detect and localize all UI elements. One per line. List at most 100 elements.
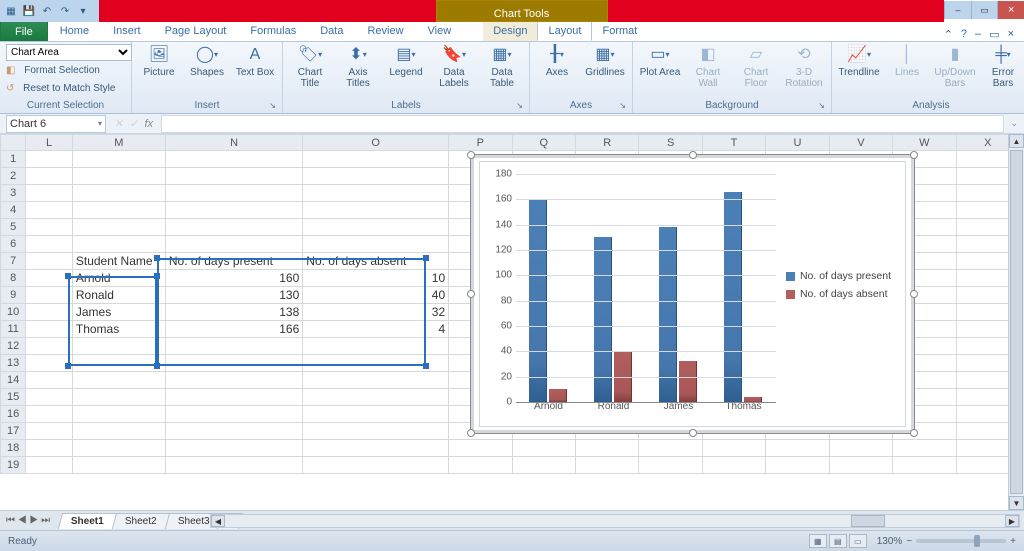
row-header[interactable]: 7 xyxy=(1,253,26,270)
chart-bar[interactable] xyxy=(679,361,697,402)
cell[interactable]: 160 xyxy=(165,270,302,287)
cell[interactable] xyxy=(165,457,302,474)
trendline-button[interactable]: 📈Trendline xyxy=(838,44,880,90)
cell[interactable] xyxy=(26,253,73,270)
zoom-in-button[interactable]: + xyxy=(1010,536,1016,547)
cell[interactable] xyxy=(26,219,73,236)
cell[interactable] xyxy=(26,406,73,423)
view-page-break-button[interactable]: ▭ xyxy=(849,534,867,548)
zoom-slider[interactable] xyxy=(916,539,1006,543)
undo-icon[interactable]: ↶ xyxy=(40,4,54,18)
chart-resize-handle[interactable] xyxy=(467,290,475,298)
axes-button[interactable]: ╂Axes xyxy=(536,44,578,90)
row-header[interactable]: 10 xyxy=(1,304,26,321)
cell[interactable] xyxy=(639,457,702,474)
cell[interactable] xyxy=(829,457,892,474)
shapes-button[interactable]: ◯Shapes xyxy=(186,44,228,90)
row-header[interactable]: 19 xyxy=(1,457,26,474)
row-header[interactable]: 17 xyxy=(1,423,26,440)
zoom-slider-thumb[interactable] xyxy=(974,535,980,547)
cell[interactable] xyxy=(766,457,829,474)
cell[interactable] xyxy=(303,423,449,440)
cell[interactable] xyxy=(165,423,302,440)
cell[interactable] xyxy=(72,219,165,236)
cell[interactable] xyxy=(165,151,302,168)
dialog-launcher-icon[interactable]: ↘ xyxy=(516,99,523,113)
cell[interactable]: 166 xyxy=(165,321,302,338)
cell[interactable] xyxy=(26,457,73,474)
row-header[interactable]: 1 xyxy=(1,151,26,168)
cell[interactable] xyxy=(575,440,638,457)
cell[interactable] xyxy=(165,355,302,372)
chart-resize-handle[interactable] xyxy=(467,151,475,159)
view-normal-button[interactable]: ▦ xyxy=(809,534,827,548)
row-header[interactable]: 11 xyxy=(1,321,26,338)
minimize-button[interactable]: – xyxy=(944,1,971,19)
cell[interactable] xyxy=(165,389,302,406)
scroll-thumb[interactable] xyxy=(1010,150,1023,494)
window-min-icon[interactable]: – xyxy=(975,28,981,41)
cell[interactable] xyxy=(165,236,302,253)
cell[interactable]: 138 xyxy=(165,304,302,321)
cell[interactable] xyxy=(26,321,73,338)
cell[interactable] xyxy=(303,457,449,474)
cell[interactable] xyxy=(303,338,449,355)
chart-element-dropdown[interactable]: Chart Area xyxy=(6,44,132,61)
cell[interactable] xyxy=(26,338,73,355)
cell[interactable] xyxy=(72,389,165,406)
cell[interactable]: 130 xyxy=(165,287,302,304)
cell[interactable] xyxy=(72,457,165,474)
tab-layout[interactable]: Layout xyxy=(537,21,592,41)
scroll-down-icon[interactable]: ▼ xyxy=(1009,496,1024,510)
row-header[interactable]: 9 xyxy=(1,287,26,304)
cell[interactable]: 4 xyxy=(303,321,449,338)
cell[interactable] xyxy=(165,202,302,219)
cell[interactable] xyxy=(575,457,638,474)
chart-bar[interactable] xyxy=(724,192,742,402)
cell[interactable] xyxy=(702,440,765,457)
tab-review[interactable]: Review xyxy=(355,21,415,41)
cell[interactable] xyxy=(303,355,449,372)
redo-icon[interactable]: ↷ xyxy=(58,4,72,18)
sheet-nav[interactable]: ⏮ ◀ ▶ ⏭ xyxy=(6,515,50,526)
tab-data[interactable]: Data xyxy=(308,21,355,41)
cell[interactable] xyxy=(303,406,449,423)
cell[interactable] xyxy=(893,457,956,474)
col-header[interactable]: N xyxy=(165,135,302,151)
restore-button[interactable]: ▭ xyxy=(971,1,998,19)
cell[interactable] xyxy=(893,440,956,457)
zoom-level[interactable]: 130% xyxy=(877,536,903,547)
cell[interactable] xyxy=(26,185,73,202)
row-header[interactable]: 12 xyxy=(1,338,26,355)
chart-title-button[interactable]: 🏷Chart Title xyxy=(289,44,331,90)
tab-insert[interactable]: Insert xyxy=(101,21,153,41)
tab-file[interactable]: File xyxy=(0,21,48,41)
close-button[interactable]: × xyxy=(997,1,1024,19)
cell[interactable] xyxy=(303,440,449,457)
cell[interactable] xyxy=(26,287,73,304)
col-header[interactable]: V xyxy=(829,135,892,151)
expand-formula-bar-icon[interactable]: ⌄ xyxy=(1010,118,1018,129)
view-page-layout-button[interactable]: ▤ xyxy=(829,534,847,548)
select-all[interactable] xyxy=(1,135,26,151)
col-header[interactable]: S xyxy=(639,135,702,151)
plot-area-button[interactable]: ▭Plot Area xyxy=(639,44,681,90)
embedded-chart[interactable]: No. of days present No. of days absent 0… xyxy=(470,154,915,434)
cell[interactable] xyxy=(26,236,73,253)
row-header[interactable]: 13 xyxy=(1,355,26,372)
cell[interactable] xyxy=(26,168,73,185)
dialog-launcher-icon[interactable]: ↘ xyxy=(818,99,825,113)
col-header[interactable]: T xyxy=(702,135,765,151)
cell[interactable] xyxy=(512,440,575,457)
cell[interactable] xyxy=(165,168,302,185)
row-header[interactable]: 3 xyxy=(1,185,26,202)
cell[interactable] xyxy=(72,372,165,389)
col-header[interactable]: L xyxy=(26,135,73,151)
chart-resize-handle[interactable] xyxy=(689,429,697,437)
cell[interactable] xyxy=(303,151,449,168)
col-header[interactable]: P xyxy=(449,135,512,151)
cell[interactable] xyxy=(26,270,73,287)
cell[interactable] xyxy=(72,236,165,253)
text-box-button[interactable]: AText Box xyxy=(234,44,276,90)
cell[interactable] xyxy=(72,202,165,219)
